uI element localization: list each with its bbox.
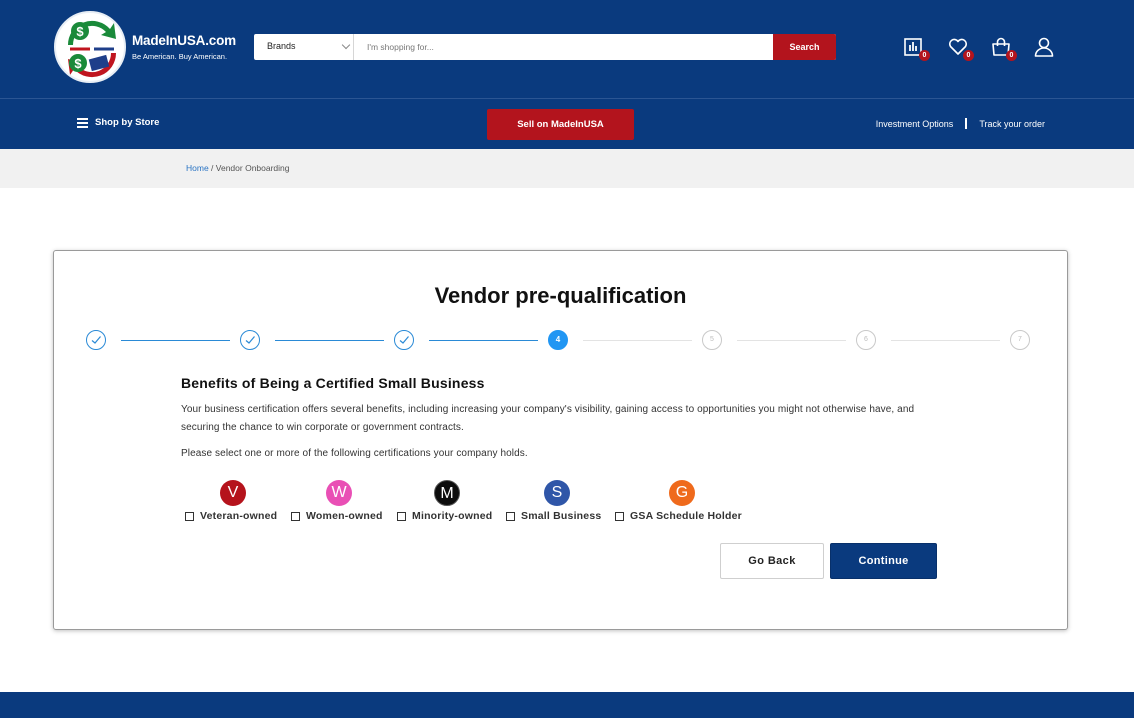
step-connector [275,340,384,341]
search-category-select[interactable]: Brands [254,34,354,60]
small-business-checkbox[interactable] [506,512,515,521]
hamburger-menu-icon [77,118,88,128]
investment-options-link[interactable]: Investment Options [876,119,954,129]
breadcrumb-bar: Home / Vendor Onboarding [0,149,1134,188]
step-connector [737,340,846,341]
svg-text:$: $ [76,24,84,39]
user-icon [1034,37,1054,57]
page-title: Vendor pre-qualification [434,283,687,308]
gsa-schedule-holder-checkbox[interactable] [615,512,624,521]
section-description: Your business certification offers sever… [181,404,915,433]
minority-owned-checkbox[interactable] [397,512,406,521]
logo-emblem-icon: $ $ [54,11,126,83]
check-icon [399,336,409,344]
breadcrumb-home-link[interactable]: Home [186,163,209,173]
compare-button[interactable]: 0 [903,36,930,61]
main-nav: Shop by Store Sell on MadeInUSA Investme… [0,98,1134,149]
section-title: Benefits of Being a Certified Small Busi… [181,375,485,391]
step-7-pending: 7 [1010,330,1030,350]
veteran-owned-label: Veteran-owned [200,510,278,522]
step-connector [891,340,1000,341]
certification-prompt: Please select one or more of the followi… [181,448,528,459]
account-button[interactable] [1033,36,1057,60]
wishlist-count-badge: 0 [963,50,974,61]
svg-text:$: $ [74,56,82,71]
step-connector [121,340,230,341]
cart-button[interactable]: 0 [990,36,1017,61]
small-business-label: Small Business [521,510,602,522]
gsa-schedule-holder-label: GSA Schedule Holder [630,510,742,522]
prequalification-card: Vendor pre-qualification 4 5 6 7 Benefit… [53,250,1068,630]
go-back-button[interactable]: Go Back [720,543,824,579]
minority-owned-label: Minority-owned [412,510,493,522]
step-4-active: 4 [548,330,568,350]
step-2-complete [240,330,260,350]
step-5-pending: 5 [702,330,722,350]
check-icon [91,336,101,344]
chevron-down-icon [341,40,351,50]
shop-by-store-label: Shop by Store [95,117,160,128]
search-input[interactable] [354,34,773,60]
step-1-complete [86,330,106,350]
breadcrumb-separator: / [208,163,216,173]
step-connector [429,340,538,341]
continue-button[interactable]: Continue [830,543,937,579]
veteran-owned-checkbox[interactable] [185,512,194,521]
step-connector [583,340,692,341]
brand-name: MadeInUSA.com [132,33,236,48]
veteran-owned-icon: V [220,480,246,506]
wishlist-button[interactable]: 0 [947,36,974,61]
footer-bar [0,692,1134,718]
track-order-link[interactable]: Track your order [979,119,1045,129]
nav-divider [965,118,968,129]
nav-links: Investment Options Track your order [876,118,1045,129]
breadcrumb-current: Vendor Onboarding [215,163,290,173]
cart-count-badge: 0 [1006,50,1017,61]
women-owned-icon: W [326,480,352,506]
women-owned-label: Women-owned [306,510,383,522]
search-button[interactable]: Search [773,34,836,60]
sell-on-madeinusa-button[interactable]: Sell on MadeInUSA [487,109,634,140]
check-icon [245,336,255,344]
top-header: $ $ MadeInUSA.com Be American. Buy Ameri… [0,0,1134,98]
gsa-schedule-holder-icon: G [669,480,695,506]
minority-owned-icon: M [434,480,460,506]
site-logo[interactable]: $ $ MadeInUSA.com Be American. Buy Ameri… [54,11,254,83]
step-3-complete [394,330,414,350]
step-6-pending: 6 [856,330,876,350]
brand-tagline: Be American. Buy American. [132,52,228,61]
shop-by-store-menu[interactable]: Shop by Store [77,117,159,128]
compare-count-badge: 0 [919,50,930,61]
women-owned-checkbox[interactable] [291,512,300,521]
small-business-icon: S [544,480,570,506]
search-category-value: Brands [267,41,296,51]
search-bar: Brands Search [254,34,836,60]
breadcrumb: Home / Vendor Onboarding [186,163,290,173]
